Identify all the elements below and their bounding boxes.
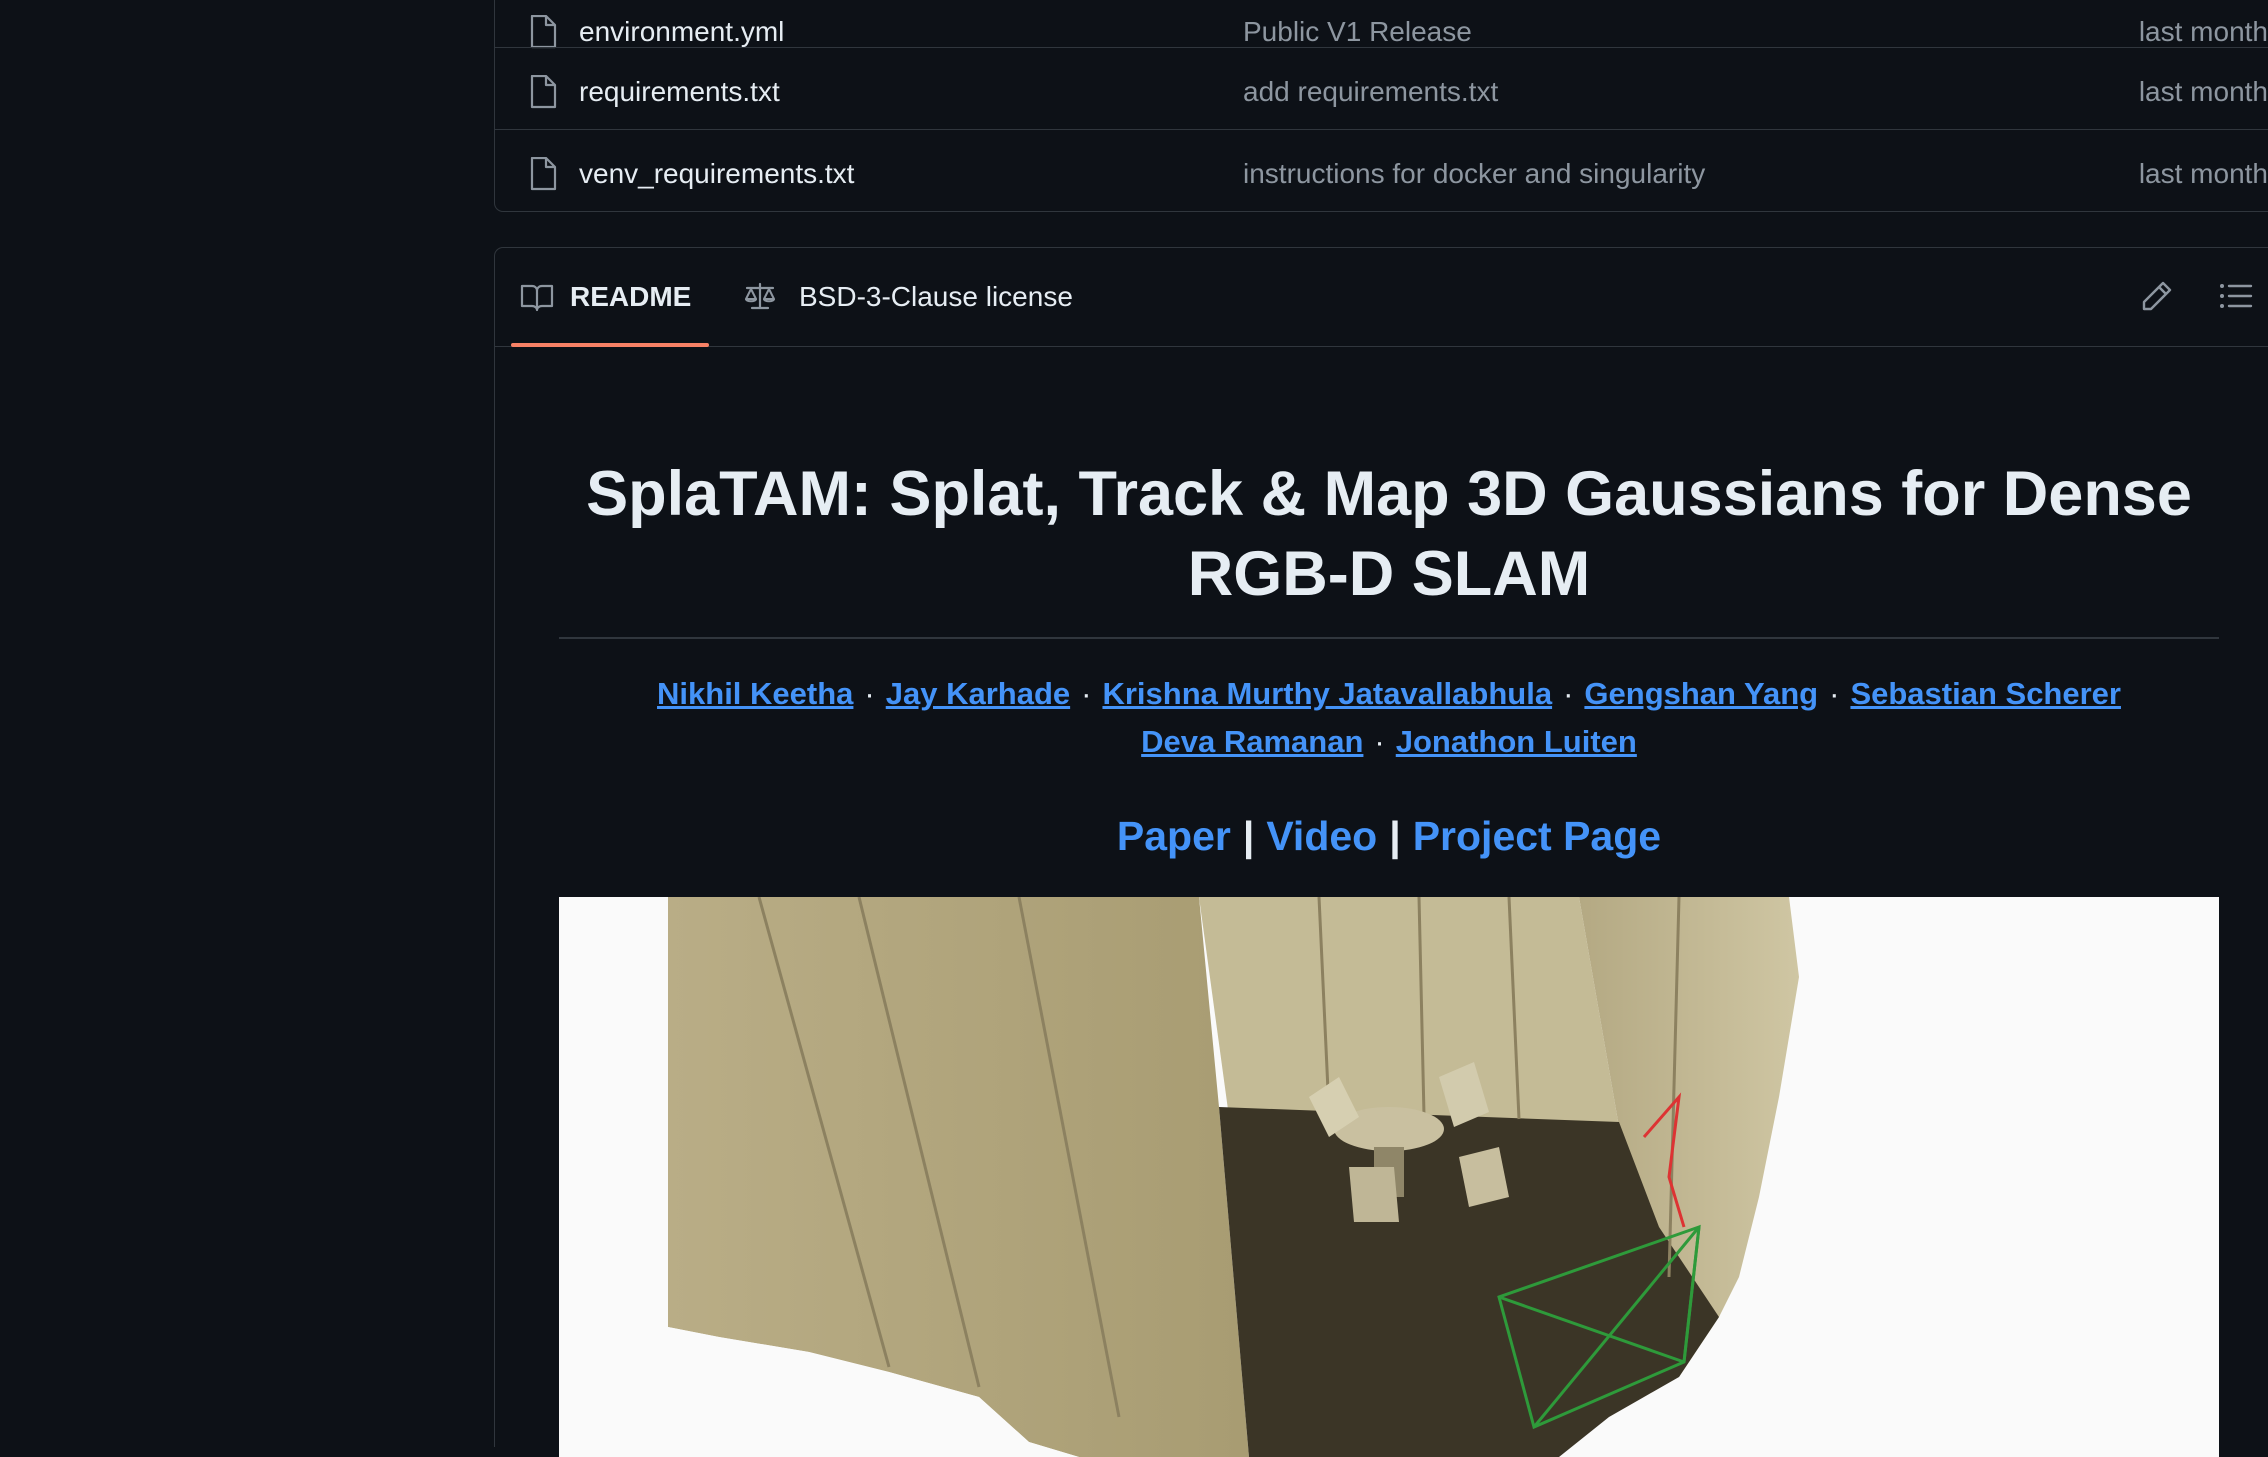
project-page-link[interactable]: Project Page [1413,813,1661,859]
author-list: Nikhil Keetha · Jay Karhade · Krishna Murthy… [559,670,2219,766]
law-icon [745,282,775,310]
commit-date: last month [2138,16,2268,47]
author-link[interactable]: Deva Ramanan [1141,724,1363,759]
tab-readme[interactable]: README [511,248,709,347]
demo-animation [559,897,2219,1457]
author-line: Nikhil Keetha · Jay Karhade · Krishna Murthy… [559,670,2219,718]
readme-tabs: README BSD-3-Clause license [495,248,2268,347]
author-link[interactable]: Jonathon Luiten [1396,724,1637,759]
author-line: Deva Ramanan · Jonathon Luiten [559,718,2219,766]
commit-message[interactable]: add requirements.txt [1243,76,1498,108]
author-link[interactable]: Nikhil Keetha [657,676,853,711]
author-link[interactable]: Jay Karhade [886,676,1070,711]
author-link[interactable]: Krishna Murthy Jatavallabhula [1102,676,1552,711]
book-icon [520,284,554,312]
author-separator: · [1374,724,1385,759]
author-link[interactable]: Gengshan Yang [1584,676,1818,711]
video-link[interactable]: Video [1266,813,1377,859]
link-separator: | [1389,813,1401,859]
file-icon [530,15,557,49]
link-separator: | [1242,813,1255,859]
commit-date: last month [2138,76,2268,107]
paper-link[interactable]: Paper [1117,813,1231,859]
commit-message[interactable]: instructions for docker and singularity [1243,158,1705,190]
tab-license[interactable]: BSD-3-Clause license [743,248,1073,346]
file-name[interactable]: environment.yml [579,16,784,48]
author-separator: · [864,676,875,711]
resource-links: Paper | Video | Project Page [559,813,2219,860]
file-row[interactable]: venv_requirements.txt instructions for d… [495,129,2268,212]
list-icon[interactable] [2217,278,2253,314]
readme-title: SplaTAM: Splat, Track & Map 3D Gaussians… [586,459,2192,609]
file-name[interactable]: venv_requirements.txt [579,158,854,190]
commit-message[interactable]: Public V1 Release [1243,16,1472,48]
tab-license-label: BSD-3-Clause license [799,281,1073,312]
reconstruction-image [668,897,1799,1457]
active-tab-indicator [511,343,709,347]
author-separator: · [1829,676,1840,711]
file-name[interactable]: requirements.txt [579,76,780,108]
readme-panel: README BSD-3-Clause license SplaTAM: Spl… [494,247,2268,1457]
file-row[interactable]: requirements.txt add requirements.txt la… [495,47,2268,130]
file-icon [530,157,557,191]
author-separator: · [1563,676,1574,711]
commit-date: last month [2138,158,2268,189]
author-separator: · [1081,676,1092,711]
tab-readme-label: README [570,281,692,312]
pencil-icon[interactable] [2139,278,2175,314]
author-link[interactable]: Sebastian Scherer [1850,676,2121,711]
title-divider [559,637,2219,639]
file-icon [530,75,557,109]
file-list: environment.yml Public V1 Release last m… [494,0,2268,212]
